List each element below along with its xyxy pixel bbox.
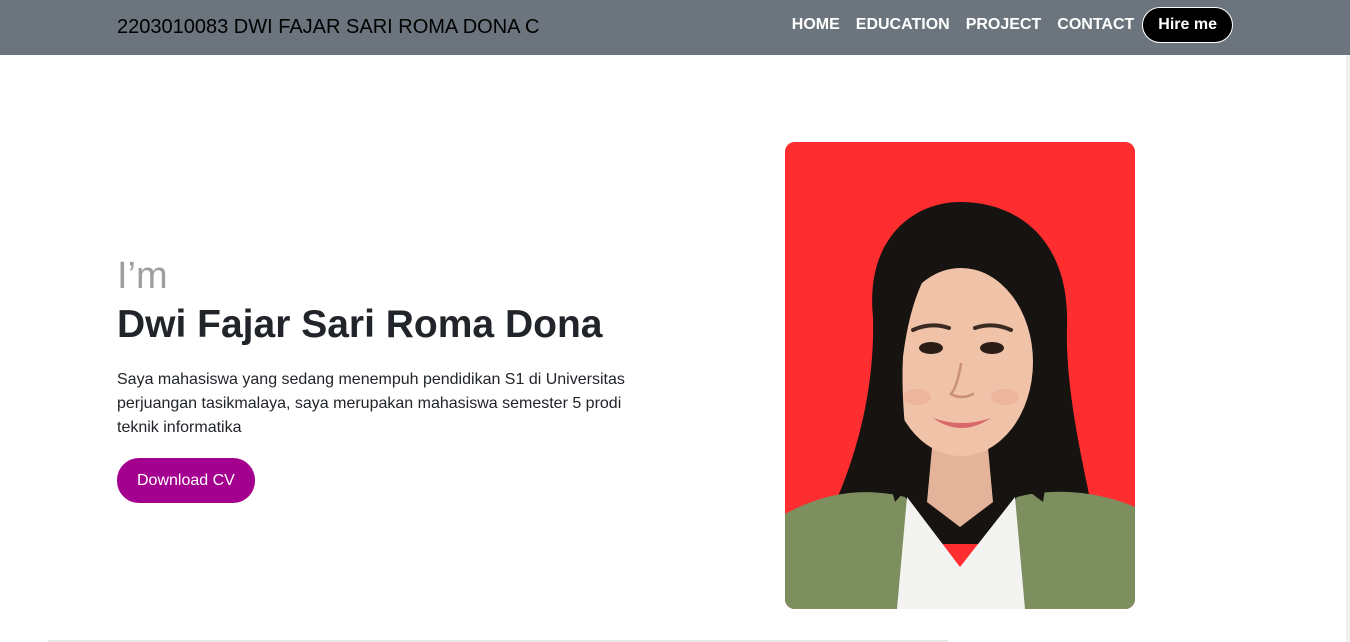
- hire-me-button[interactable]: Hire me: [1142, 7, 1233, 43]
- hero-intro: I’m Dwi Fajar Sari Roma Dona Saya mahasi…: [117, 255, 637, 503]
- page-scrollbar[interactable]: [1346, 55, 1350, 642]
- hero-name: Dwi Fajar Sari Roma Dona: [117, 303, 603, 346]
- download-cv-button[interactable]: Download CV: [117, 458, 255, 503]
- navbar-brand[interactable]: 2203010083 DWI FAJAR SARI ROMA DONA C: [117, 15, 539, 39]
- profile-photo: [785, 142, 1135, 609]
- nav-link-contact[interactable]: CONTACT: [1057, 7, 1134, 43]
- portrait-illustration: [785, 142, 1135, 609]
- hero-greeting: I’m: [117, 255, 168, 297]
- nav-link-education[interactable]: EDUCATION: [856, 7, 950, 43]
- hero-description: Saya mahasiswa yang sedang menempuh pend…: [117, 371, 625, 436]
- navbar: 2203010083 DWI FAJAR SARI ROMA DONA C HO…: [0, 0, 1350, 55]
- nav-links: HOME EDUCATION PROJECT CONTACT Hire me: [792, 7, 1233, 43]
- nav-link-project[interactable]: PROJECT: [966, 7, 1042, 43]
- nav-link-home[interactable]: HOME: [792, 7, 840, 43]
